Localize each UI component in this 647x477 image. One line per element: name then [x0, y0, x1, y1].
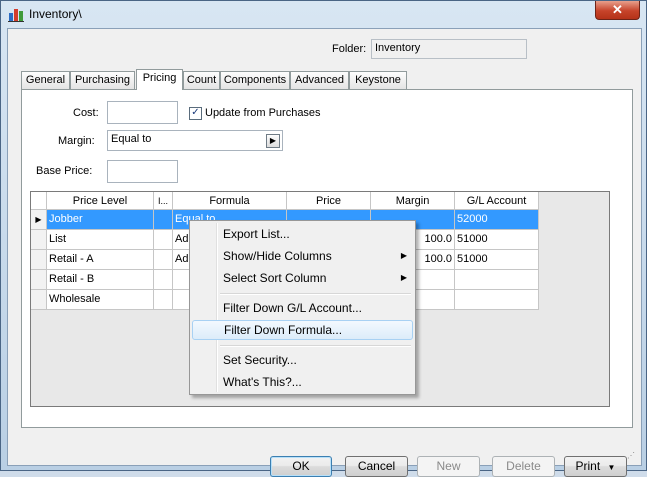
new-button[interactable]: New: [417, 456, 480, 477]
inventory-app-icon: [8, 9, 24, 22]
table-cell-gl[interactable]: [455, 270, 539, 290]
col-header-i[interactable]: I...: [154, 192, 173, 210]
delete-button[interactable]: Delete: [492, 456, 555, 477]
menu-item-label: Select Sort Column: [223, 271, 327, 285]
folder-field: Inventory: [371, 39, 527, 59]
title-bar[interactable]: Inventory\ ✕: [1, 1, 646, 27]
submenu-arrow-icon: ▶: [400, 251, 407, 260]
col-header-price[interactable]: Price: [287, 192, 371, 210]
cancel-button[interactable]: Cancel: [345, 456, 408, 477]
menu-separator: [220, 345, 411, 347]
tab-components[interactable]: Components: [220, 71, 290, 89]
row-header[interactable]: [31, 290, 47, 310]
menu-item-filter-down-formula[interactable]: Filter Down Formula...: [192, 320, 413, 340]
folder-label: Folder:: [332, 43, 367, 55]
cost-label: Cost:: [73, 107, 99, 119]
grid-corner-header: [31, 192, 47, 210]
base-price-label: Base Price:: [36, 165, 93, 177]
current-row-marker-icon: ▶: [31, 210, 47, 230]
cost-input[interactable]: [107, 101, 178, 124]
close-window-button[interactable]: ✕: [595, 1, 640, 20]
menu-item-set-security[interactable]: Set Security...: [192, 350, 413, 370]
menu-item-show-hide-columns[interactable]: Show/Hide Columns ▶: [192, 246, 413, 266]
margin-expand-button[interactable]: ▶: [266, 134, 280, 148]
table-cell-level[interactable]: Retail - A: [47, 250, 154, 270]
table-cell-level[interactable]: Jobber: [47, 210, 154, 230]
submenu-arrow-icon: ▶: [400, 273, 407, 282]
menu-item-filter-down-gl-account[interactable]: Filter Down G/L Account...: [192, 298, 413, 318]
col-header-margin[interactable]: Margin: [371, 192, 455, 210]
resize-grip-icon[interactable]: ⋰: [627, 451, 637, 461]
table-cell-level[interactable]: List: [47, 230, 154, 250]
row-header[interactable]: [31, 270, 47, 290]
table-cell-level[interactable]: Retail - B: [47, 270, 154, 290]
window-title: Inventory\: [29, 7, 82, 21]
table-cell-gl[interactable]: 51000: [455, 250, 539, 270]
table-cell-i[interactable]: [154, 210, 173, 230]
menu-item-select-sort-column[interactable]: Select Sort Column ▶: [192, 268, 413, 288]
context-menu: Export List... Show/Hide Columns ▶ Selec…: [189, 220, 416, 395]
base-price-input[interactable]: [107, 160, 178, 183]
menu-separator: [220, 293, 411, 295]
row-header[interactable]: [31, 250, 47, 270]
margin-select[interactable]: Equal to ▶: [107, 130, 283, 151]
table-cell-i[interactable]: [154, 270, 173, 290]
print-button[interactable]: Print ▼: [564, 456, 627, 477]
tab-advanced[interactable]: Advanced: [290, 71, 349, 89]
ok-button[interactable]: OK: [270, 456, 332, 477]
update-from-purchases-checkbox[interactable]: ✓: [189, 107, 202, 120]
col-header-formula[interactable]: Formula: [173, 192, 287, 210]
table-cell-i[interactable]: [154, 250, 173, 270]
menu-item-export-list[interactable]: Export List...: [192, 224, 413, 244]
menu-item-whats-this[interactable]: What's This?...: [192, 372, 413, 392]
row-header[interactable]: [31, 230, 47, 250]
update-from-purchases-label: Update from Purchases: [205, 107, 321, 119]
margin-select-value: Equal to: [111, 133, 152, 145]
table-cell-gl[interactable]: 51000: [455, 230, 539, 250]
tab-general[interactable]: General: [21, 71, 70, 89]
col-header-price-level[interactable]: Price Level: [47, 192, 154, 210]
table-cell-i[interactable]: [154, 230, 173, 250]
arrow-right-icon: ▶: [269, 136, 277, 145]
tab-pricing[interactable]: Pricing: [136, 69, 183, 90]
tab-purchasing[interactable]: Purchasing: [70, 71, 135, 89]
checkmark-icon: ✓: [191, 107, 200, 118]
table-cell-level[interactable]: Wholesale: [47, 290, 154, 310]
table-cell-i[interactable]: [154, 290, 173, 310]
table-cell-gl[interactable]: [455, 290, 539, 310]
close-icon: ✕: [612, 2, 623, 17]
col-header-gl-account[interactable]: G/L Account: [455, 192, 539, 210]
margin-label: Margin:: [58, 135, 95, 147]
menu-item-label: Show/Hide Columns: [223, 249, 332, 263]
table-cell-gl[interactable]: 52000: [455, 210, 539, 230]
tab-keystone[interactable]: Keystone: [349, 71, 407, 89]
tab-count[interactable]: Count: [183, 71, 220, 89]
